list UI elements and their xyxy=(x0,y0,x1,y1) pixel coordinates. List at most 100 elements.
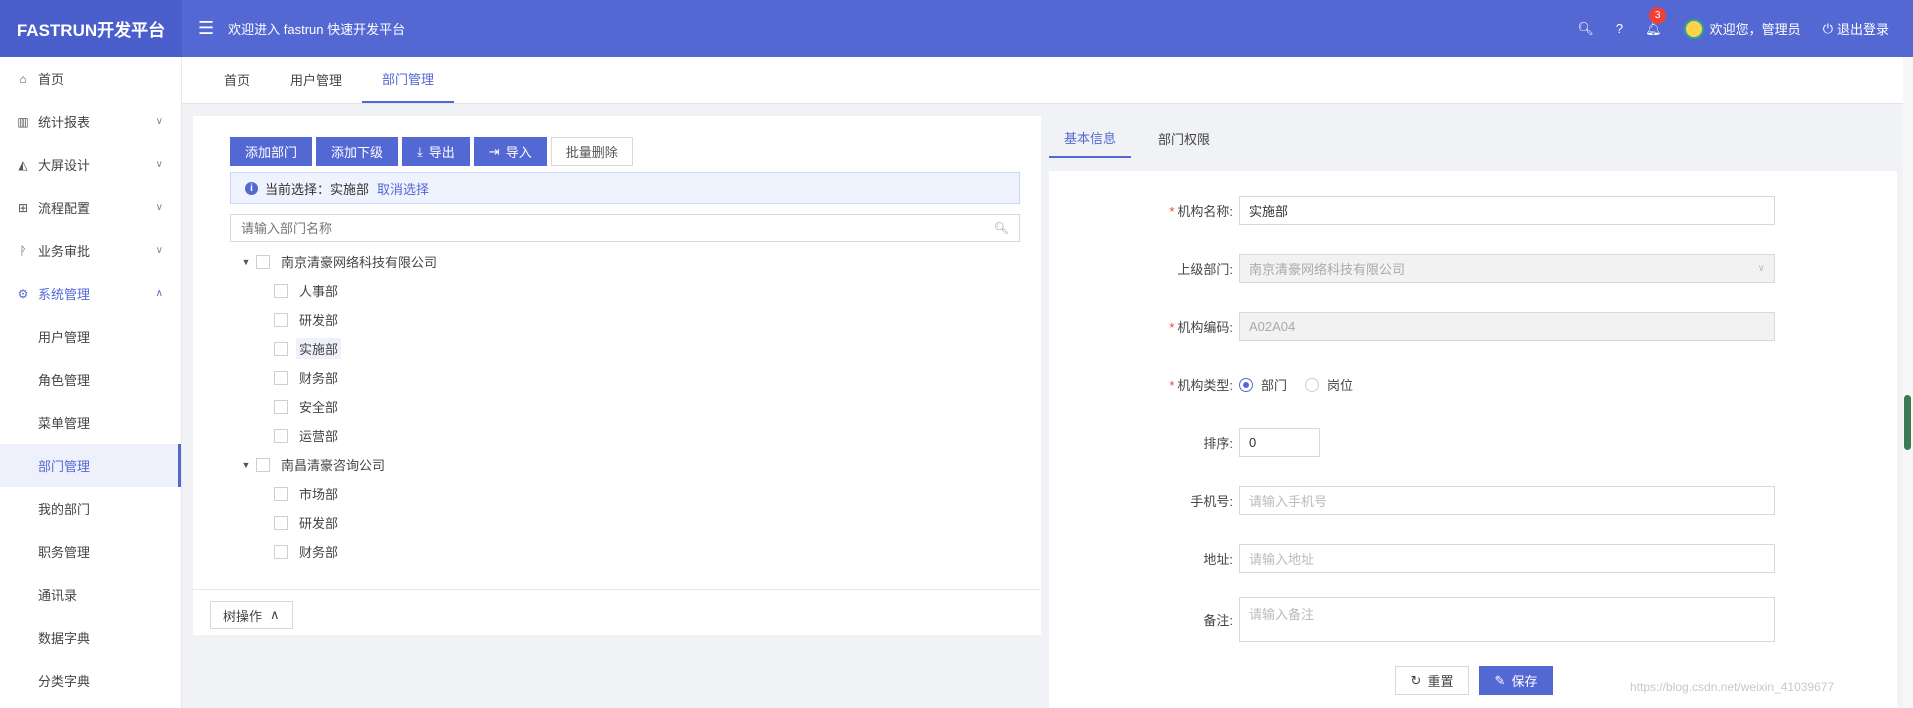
caret-down-icon[interactable]: ▼ xyxy=(238,257,254,267)
tree-node-label[interactable]: 南京清豪网络科技有限公司 xyxy=(278,251,440,272)
phone-field[interactable]: 请输入手机号 xyxy=(1239,486,1775,515)
sidebar-item-dictionary[interactable]: 数据字典 xyxy=(0,616,181,659)
select-value: 南京清豪网络科技有限公司 xyxy=(1249,262,1406,277)
add-department-button[interactable]: 添加部门 xyxy=(230,137,313,166)
tree-checkbox[interactable] xyxy=(256,254,270,269)
radio-label: 部门 xyxy=(1261,378,1288,393)
sidebar-item-home[interactable]: ⌂ 首页 xyxy=(0,57,181,100)
order-stepper[interactable]: 0 xyxy=(1239,428,1320,457)
required-mark: * xyxy=(1169,378,1175,393)
top-header: FASTRUN开发平台 ☰ 欢迎进入 fastrun 快速开发平台 🔍︎ ? 🔔… xyxy=(0,0,1913,57)
tree-checkbox[interactable] xyxy=(274,544,288,559)
sidebar-item-category-dictionary[interactable]: 分类字典 xyxy=(0,659,181,702)
cancel-selection-link[interactable]: 取消选择 xyxy=(377,179,429,198)
sidebar-item-departments[interactable]: 部门管理 xyxy=(0,444,181,487)
sidebar-item-menus[interactable]: 菜单管理 xyxy=(0,401,181,444)
add-child-button[interactable]: 添加下级 xyxy=(316,137,399,166)
selection-alert: i 当前选择： 实施部 取消选择 xyxy=(230,172,1020,204)
name-field[interactable]: 实施部 xyxy=(1239,196,1775,225)
tree-checkbox[interactable] xyxy=(274,341,288,356)
tab-home[interactable]: 首页 xyxy=(204,56,270,103)
remark-textarea[interactable]: 请输入备注 xyxy=(1239,597,1775,642)
sidebar-item-my-department[interactable]: 我的部门 xyxy=(0,487,181,530)
sidebar-item-label: 用户管理 xyxy=(38,330,91,345)
form-row-name: * 机构名称: 实施部 xyxy=(1049,196,1897,225)
search-icon[interactable]: 🔍︎ xyxy=(1577,21,1594,37)
sidebar-item-label: 首页 xyxy=(38,72,65,87)
tree-node-label[interactable]: 研发部 xyxy=(296,512,341,533)
department-search-input[interactable] xyxy=(241,220,994,236)
import-button[interactable]: ⇥ 导入 xyxy=(473,137,547,166)
sidebar-item-users[interactable]: 用户管理 xyxy=(0,315,181,358)
header-actions: 🔍︎ ? 🔔︎ 3 欢迎您，管理员 ⏻ 退出登录 xyxy=(1577,0,1889,57)
avatar xyxy=(1683,18,1704,39)
tab-basic-info[interactable]: 基本信息 xyxy=(1049,118,1132,158)
tree-node-label[interactable]: 财务部 xyxy=(296,367,341,388)
button-label: 树操作 xyxy=(223,608,263,624)
tree-checkbox[interactable] xyxy=(274,370,288,385)
tree-node: 市场部 xyxy=(238,479,440,508)
help-icon[interactable]: ? xyxy=(1616,21,1623,36)
chevron-down-icon: ∨ xyxy=(155,116,163,127)
sidebar-item-workflow[interactable]: ⊞ 流程配置 ∨ xyxy=(0,186,181,229)
department-search: 🔍︎ xyxy=(230,214,1020,242)
tree-checkbox[interactable] xyxy=(274,515,288,530)
sidebar-item-label: 数据字典 xyxy=(38,631,91,646)
sidebar-item-roles[interactable]: 角色管理 xyxy=(0,358,181,401)
tree-node-label[interactable]: 实施部 xyxy=(296,338,342,359)
tree-node-label[interactable]: 运营部 xyxy=(296,425,341,446)
tree-checkbox[interactable] xyxy=(274,399,288,414)
sidebar-item-label: 业务审批 xyxy=(38,244,91,259)
tree-checkbox[interactable] xyxy=(274,283,288,298)
label-text: 机构编码: xyxy=(1177,320,1233,335)
batch-delete-button[interactable]: 批量删除 xyxy=(550,137,633,166)
watermark: https://blog.csdn.net/weixin_41039677 xyxy=(1630,680,1835,694)
tree-node-label[interactable]: 安全部 xyxy=(296,396,341,417)
tree-node-label[interactable]: 市场部 xyxy=(296,483,341,504)
tree-node-label[interactable]: 财务部 xyxy=(296,541,341,562)
menu-collapse-icon[interactable]: ☰ xyxy=(198,18,214,39)
tree-operations-button[interactable]: 树操作 ∧ xyxy=(210,601,293,629)
export-button[interactable]: ⤓ 导出 xyxy=(402,137,470,166)
chevron-down-icon: ∨ xyxy=(155,159,163,170)
radio-department[interactable]: 部门 xyxy=(1239,375,1287,394)
radio-position[interactable]: 岗位 xyxy=(1305,375,1353,394)
bell-icon[interactable]: 🔔︎ 3 xyxy=(1645,6,1667,37)
sidebar-item-screen-design[interactable]: ◭ 大屏设计 ∨ xyxy=(0,143,181,186)
address-field[interactable]: 请输入地址 xyxy=(1239,544,1775,573)
form-label: 备注: xyxy=(1203,613,1233,628)
tree-checkbox[interactable] xyxy=(274,486,288,501)
tree-node-label[interactable]: 研发部 xyxy=(296,309,341,330)
logout-button[interactable]: ⏻ 退出登录 xyxy=(1823,19,1889,38)
scrollbar-thumb[interactable] xyxy=(1904,395,1911,450)
sidebar-item-contacts[interactable]: 通讯录 xyxy=(0,573,181,616)
tree-checkbox[interactable] xyxy=(256,457,270,472)
sidebar-item-label: 系统管理 xyxy=(38,287,91,302)
sidebar-item-system[interactable]: ⚙ 系统管理 ∧ xyxy=(0,272,181,315)
tab-user-management[interactable]: 用户管理 xyxy=(270,56,362,103)
sidebar-item-positions[interactable]: 职务管理 xyxy=(0,530,181,573)
tree-node-label[interactable]: 南昌清豪咨询公司 xyxy=(278,454,388,475)
user-menu[interactable]: 欢迎您，管理员 xyxy=(1683,18,1801,39)
caret-down-icon[interactable]: ▼ xyxy=(238,460,254,470)
reset-button[interactable]: ↻ 重置 xyxy=(1395,666,1469,695)
search-icon[interactable]: 🔍︎ xyxy=(994,221,1009,235)
tree-checkbox[interactable] xyxy=(274,312,288,327)
refresh-icon: ↻ xyxy=(1410,672,1422,688)
tree-checkbox[interactable] xyxy=(274,428,288,443)
radio-icon xyxy=(1305,377,1320,392)
button-label: 添加部门 xyxy=(245,145,298,160)
form-label: 上级部门: xyxy=(1177,262,1233,277)
logout-label: 退出登录 xyxy=(1836,22,1889,37)
tab-department-permissions[interactable]: 部门权限 xyxy=(1143,118,1225,158)
tab-department-management[interactable]: 部门管理 xyxy=(362,56,455,103)
department-tree-panel: 添加部门 添加下级 ⤓ 导出 ⇥ 导入 批量删除 i 当前选择： 实施部 取消选择 … xyxy=(193,116,1041,635)
label-text: 机构类型: xyxy=(1177,378,1233,393)
page-scrollbar[interactable] xyxy=(1903,57,1913,708)
tree-node-label[interactable]: 人事部 xyxy=(296,280,341,301)
tree-node: 财务部 xyxy=(238,363,440,392)
form-row-parent: 上级部门: 南京清豪网络科技有限公司 ∨ xyxy=(1049,254,1897,283)
save-button[interactable]: ✎ 保存 xyxy=(1479,666,1553,695)
sidebar-item-approval[interactable]: ᚹ 业务审批 ∨ xyxy=(0,229,181,272)
sidebar-item-reports[interactable]: ▥ 统计报表 ∨ xyxy=(0,100,181,143)
